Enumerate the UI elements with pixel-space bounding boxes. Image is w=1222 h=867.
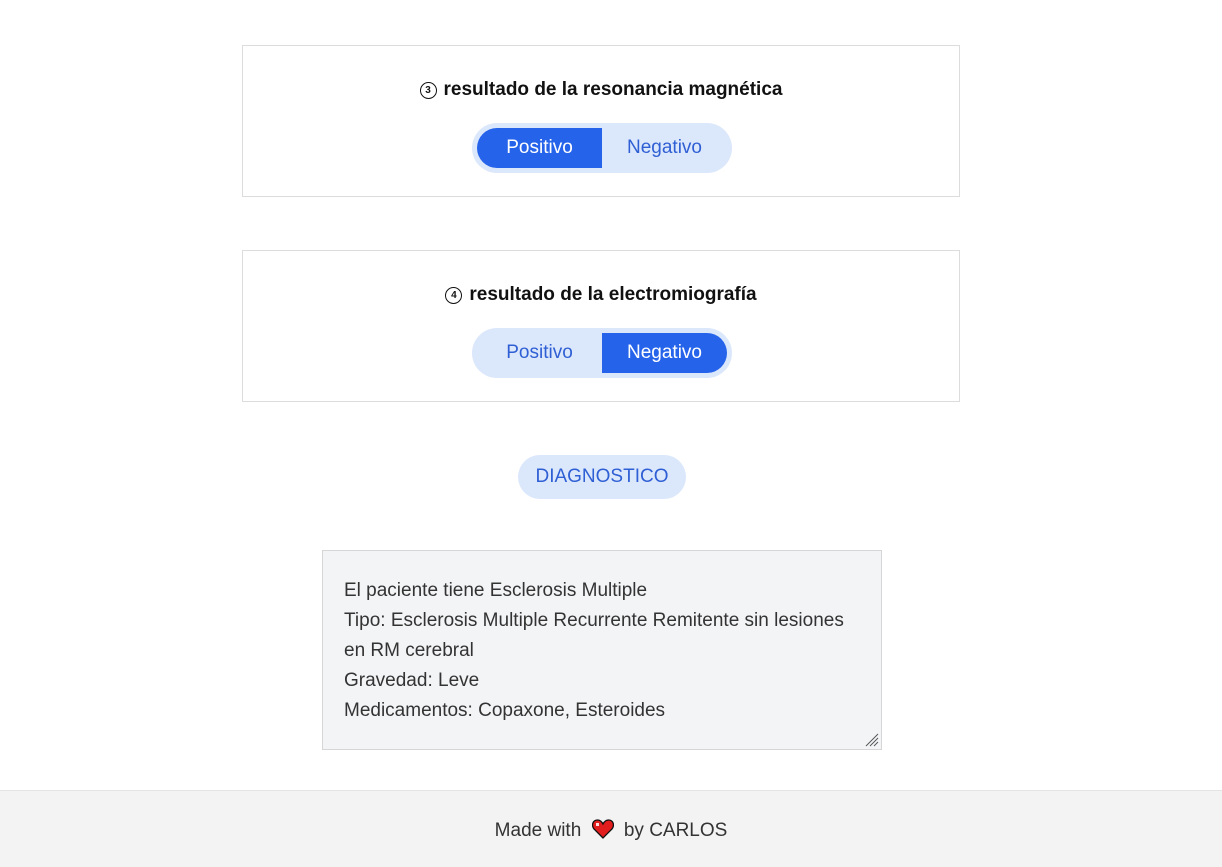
diagnose-button[interactable]: DIAGNOSTICO: [518, 455, 686, 499]
circled-number-3-icon: 3: [419, 82, 437, 99]
circled-number-4-icon: 4: [445, 287, 463, 304]
emg-question-card: 4 resultado de la electromiografía Positi…: [242, 250, 960, 402]
mri-negative-option[interactable]: Negativo: [602, 128, 727, 168]
mri-result-toggle: Positivo Negativo: [472, 123, 732, 173]
emg-result-toggle: Positivo Negativo: [472, 328, 732, 378]
resize-handle-icon[interactable]: [863, 731, 879, 747]
footer-prefix: Made with: [494, 820, 582, 841]
page: 3 resultado de la resonancia magnética Po…: [0, 0, 1222, 867]
mri-question-title: 3 resultado de la resonancia magnética: [243, 78, 959, 102]
result-line: Gravedad: Leve: [344, 670, 480, 691]
mri-positive-option[interactable]: Positivo: [477, 128, 602, 168]
emg-question-label: resultado de la electromiografía: [469, 284, 757, 305]
footer-suffix: by CARLOS: [623, 820, 728, 841]
heart-icon: [591, 819, 614, 839]
mri-question-card: 3 resultado de la resonancia magnética Po…: [242, 45, 960, 197]
emg-question-title: 4 resultado de la electromiografía: [243, 283, 959, 307]
result-line: Tipo: Esclerosis Multiple Recurrente Rem…: [344, 610, 844, 631]
footer: Made with by CARLOS: [0, 790, 1222, 867]
result-line: El paciente tiene Esclerosis Multiple: [344, 580, 648, 601]
emg-negative-option[interactable]: Negativo: [602, 333, 727, 373]
result-line: en RM cerebral: [344, 640, 474, 661]
emg-positive-option[interactable]: Positivo: [477, 333, 602, 373]
diagnosis-result-textarea[interactable]: El paciente tiene Esclerosis Multiple Ti…: [322, 550, 882, 750]
result-line: Medicamentos: Copaxone, Esteroides: [344, 700, 666, 721]
mri-question-label: resultado de la resonancia magnética: [443, 79, 783, 100]
